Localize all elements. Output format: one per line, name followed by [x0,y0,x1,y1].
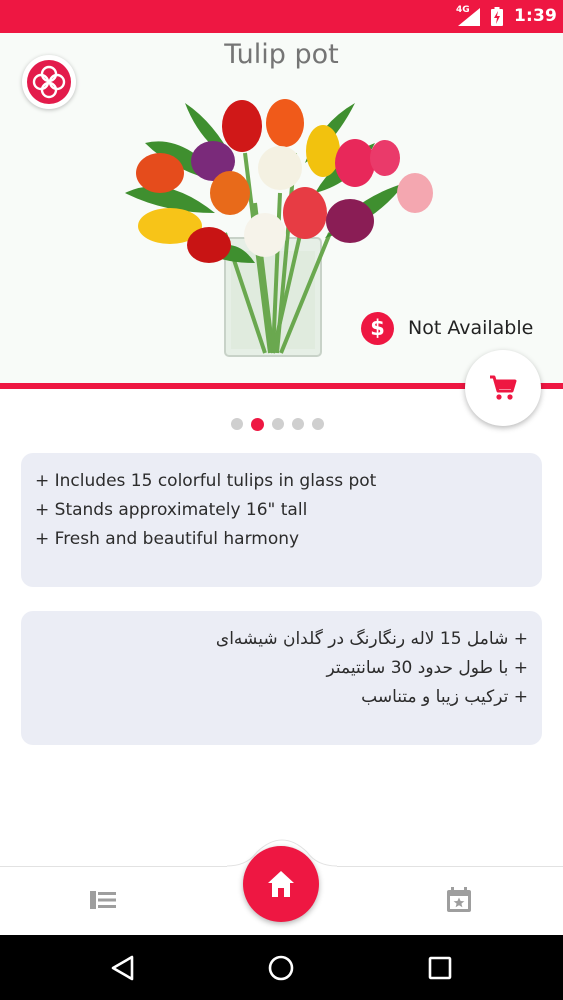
status-bar: 4G 1:39 [0,0,563,33]
home-circle-icon[interactable] [266,953,296,983]
description-line: + ترکیب زیبا و متناسب [361,687,528,707]
availability-status: Not Available [408,317,534,339]
pager-dot[interactable] [272,418,284,430]
description-card-english: + Includes 15 colorful tulips in glass p… [21,453,542,587]
description-line: + با طول حدود 30 سانتیمتر [326,658,528,678]
recents-icon[interactable] [425,953,455,983]
description-line: + Stands approximately 16" tall [35,500,308,520]
dollar-circle-icon: $ [361,311,394,345]
description-line: + شامل 15 لاله رنگارنگ در گلدان شیشه‌ای [215,629,528,649]
add-to-cart-button[interactable] [465,350,541,426]
product-detail-screen: 4G 1:39 Tulip pot $ Not Available + Incl… [0,0,563,1000]
back-icon[interactable] [108,953,138,983]
brand-logo[interactable] [22,55,76,109]
list-icon[interactable] [90,890,116,910]
description-card-persian: + شامل 15 لاله رنگارنگ در گلدان شیشه‌ای … [21,611,542,745]
description-line: + Fresh and beautiful harmony [35,529,300,549]
signal-icon [458,8,480,26]
brand-knot-logo [27,60,71,104]
shopping-cart-icon [490,375,517,400]
pager-dot[interactable] [231,418,243,430]
pager-dot[interactable] [292,418,304,430]
calendar-star-icon[interactable] [446,887,472,913]
system-navigation-bar [0,935,563,1000]
image-pager-indicator[interactable] [231,417,324,431]
home-button[interactable] [243,846,319,922]
pager-dot-active[interactable] [251,417,264,431]
clock: 1:39 [514,6,558,26]
pager-dot[interactable] [312,418,324,430]
battery-charging-icon [491,7,503,26]
home-icon [268,871,294,897]
price-availability: $ Not Available [361,311,533,345]
description-line: + Includes 15 colorful tulips in glass p… [35,471,377,491]
product-image-carousel[interactable]: Tulip pot $ Not Available [0,33,563,385]
